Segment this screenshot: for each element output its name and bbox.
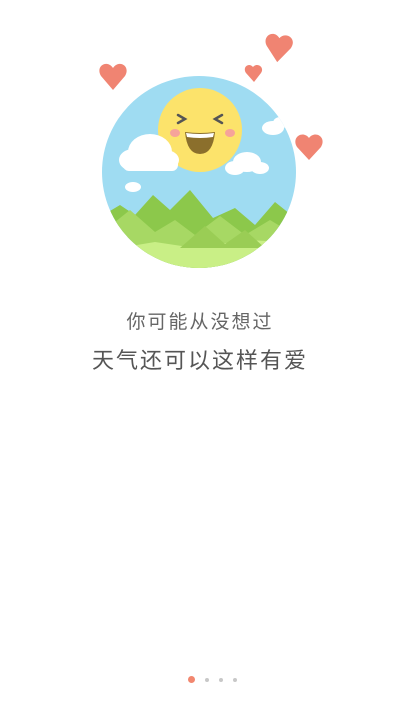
cloud-icon xyxy=(125,182,141,192)
heart-icon xyxy=(295,134,323,160)
page-dot-3[interactable] xyxy=(218,677,223,682)
heart-icon xyxy=(244,64,263,82)
page-dot-1[interactable] xyxy=(187,676,195,683)
onboarding-subtitle: 你可能从没想过 xyxy=(126,311,274,333)
page-indicator xyxy=(0,676,400,683)
onboarding-screen: 你可能从没想过 天气还可以这样有爱 xyxy=(0,0,400,710)
page-dot-4[interactable] xyxy=(232,677,237,682)
onboarding-title: 天气还可以这样有爱 xyxy=(91,349,308,374)
heart-icon xyxy=(265,33,293,63)
page-dot-2[interactable] xyxy=(204,677,209,682)
heart-icon xyxy=(99,63,127,90)
sunny-landscape-illustration xyxy=(99,33,323,268)
